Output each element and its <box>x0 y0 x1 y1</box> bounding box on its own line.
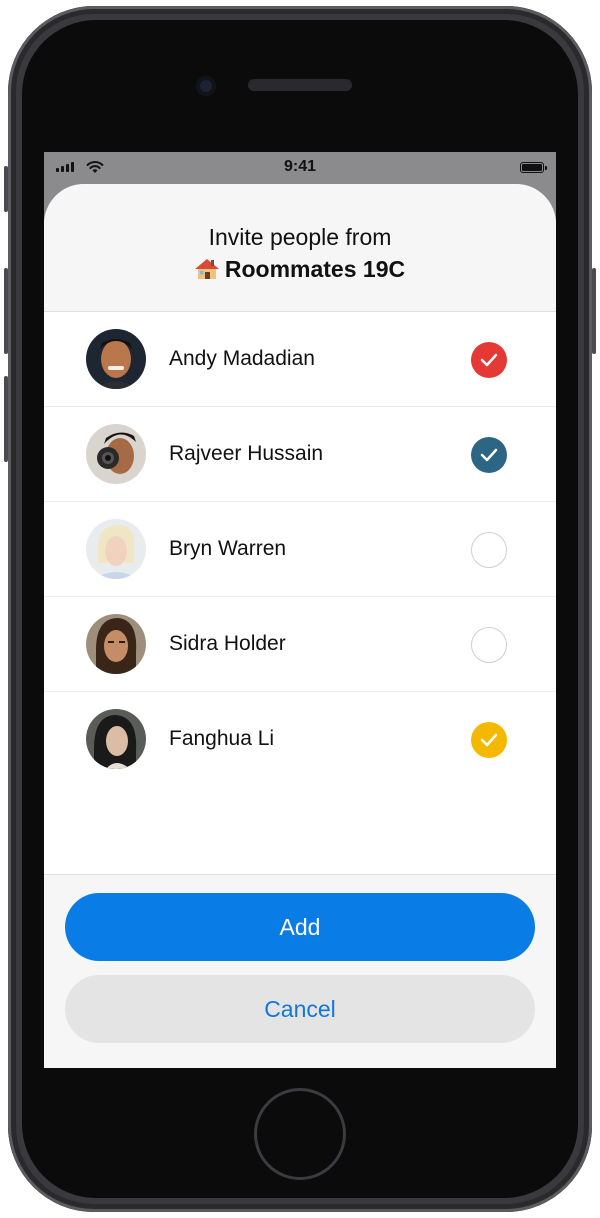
people-list: Andy Madadian Rajveer Hussain Bryn Warre… <box>44 312 556 786</box>
avatar <box>86 519 146 579</box>
volume-down-button <box>4 376 8 462</box>
checkbox-unchecked[interactable] <box>471 627 507 663</box>
screen: 9:41 Invite people from Roommates 19C An… <box>44 152 556 1068</box>
list-item[interactable]: Andy Madadian <box>44 312 556 407</box>
battery-icon <box>520 162 547 173</box>
person-name: Rajveer Hussain <box>169 442 324 465</box>
checkbox-unchecked[interactable] <box>471 532 507 568</box>
add-button[interactable]: Add <box>65 893 535 961</box>
person-name: Andy Madadian <box>169 347 315 370</box>
volume-up-button <box>4 268 8 354</box>
checkmark-icon <box>480 733 498 747</box>
person-name: Sidra Holder <box>169 632 286 655</box>
checkbox-checked[interactable] <box>471 722 507 758</box>
avatar <box>86 424 146 484</box>
checkmark-icon <box>480 448 498 462</box>
avatar <box>86 329 146 389</box>
list-item[interactable]: Bryn Warren <box>44 502 556 597</box>
checkbox-checked[interactable] <box>471 342 507 378</box>
list-item[interactable]: Rajveer Hussain <box>44 407 556 502</box>
earpiece-speaker <box>248 79 352 91</box>
house-icon <box>194 259 219 279</box>
person-name: Bryn Warren <box>169 537 287 560</box>
invite-sheet: Invite people from Roommates 19C Andy Ma… <box>44 184 556 1068</box>
person-name: Fanghua Li <box>169 727 275 750</box>
checkmark-icon <box>480 353 498 367</box>
avatar <box>86 614 146 674</box>
avatar <box>86 709 146 769</box>
status-time: 9:41 <box>283 158 317 175</box>
mute-switch <box>4 166 8 212</box>
sheet-title: Invite people from <box>208 224 392 250</box>
group-title: Roommates 19C <box>44 252 556 286</box>
checkbox-checked[interactable] <box>471 437 507 473</box>
list-item[interactable]: Sidra Holder <box>44 597 556 692</box>
front-camera <box>196 76 216 96</box>
sheet-header: Invite people from Roommates 19C <box>44 184 556 312</box>
status-bar: 9:41 <box>44 152 556 184</box>
list-item[interactable]: Fanghua Li <box>44 692 556 786</box>
group-name: Roommates 19C <box>224 256 406 282</box>
sheet-footer: Add Cancel <box>44 874 556 1068</box>
home-button[interactable] <box>254 1088 346 1180</box>
cancel-button[interactable]: Cancel <box>65 975 535 1043</box>
power-button <box>592 268 596 354</box>
